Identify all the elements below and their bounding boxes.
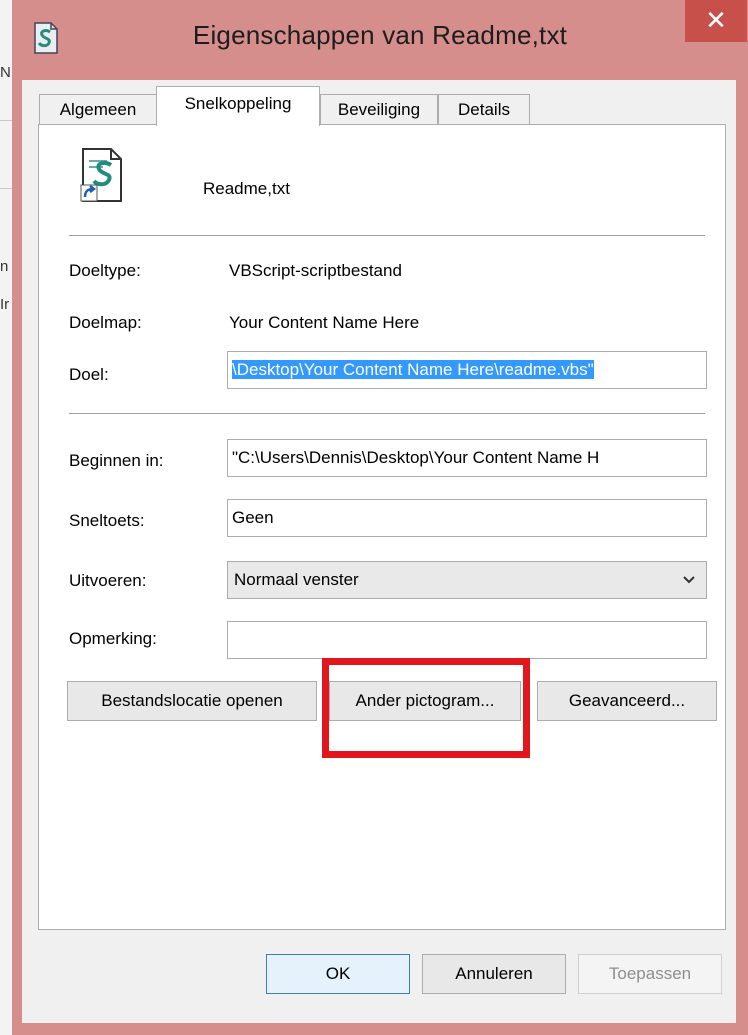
divider — [69, 413, 705, 414]
background-divider — [0, 120, 12, 121]
background-window-text: Ir — [0, 296, 10, 313]
tab-general[interactable]: Algemeen — [39, 94, 157, 124]
title-bar[interactable]: Eigenschappen van Readme,txt ✕ — [12, 0, 748, 80]
cancel-button[interactable]: Annuleren — [422, 954, 566, 994]
shortcut-key-label: Sneltoets: — [69, 511, 145, 530]
chevron-down-icon — [682, 562, 696, 612]
close-icon: ✕ — [705, 5, 727, 35]
tab-label: Algemeen — [59, 100, 137, 119]
divider — [69, 235, 705, 236]
target-field[interactable]: \Desktop\Your Content Name Here\readme.v… — [227, 351, 707, 389]
close-button[interactable]: ✕ — [685, 0, 747, 42]
start-in-label: Beginnen in: — [69, 451, 164, 470]
window-title: Eigenschappen van Readme,txt — [192, 20, 568, 50]
background-divider — [0, 188, 12, 189]
properties-dialog: Eigenschappen van Readme,txt ✕ Algemeen … — [12, 0, 748, 1035]
shortcut-key-value: Geen — [232, 508, 274, 527]
start-in-value: "C:\Users\Dennis\Desktop\Your Content Na… — [232, 448, 600, 467]
target-label: Doel: — [69, 365, 109, 384]
comment-label: Opmerking: — [69, 629, 157, 648]
vbscript-shortcut-icon — [80, 148, 122, 202]
comment-field[interactable] — [227, 621, 707, 659]
ok-button[interactable]: OK — [266, 954, 410, 994]
tab-label: Snelkoppeling — [184, 94, 292, 113]
highlight-box — [322, 658, 530, 758]
tab-shortcut[interactable]: Snelkoppeling — [156, 86, 320, 126]
background-window: N n Ir — [0, 0, 12, 1035]
background-window-text: n — [0, 258, 9, 275]
run-value: Normaal venster — [234, 570, 359, 589]
tab-label: Details — [458, 100, 510, 119]
dialog-client-area: Algemeen Snelkoppeling Beveiliging Detai… — [22, 80, 736, 1023]
target-value: \Desktop\Your Content Name Here\readme.v… — [232, 360, 594, 379]
start-in-field[interactable]: "C:\Users\Dennis\Desktop\Your Content Na… — [227, 439, 707, 477]
tab-label: Beveiliging — [337, 100, 421, 119]
target-type-label: Doeltype: — [69, 261, 141, 280]
apply-button[interactable]: Toepassen — [578, 954, 722, 994]
run-dropdown[interactable]: Normaal venster — [227, 561, 707, 599]
target-location-label: Doelmap: — [69, 313, 142, 332]
open-file-location-button[interactable]: Bestandslocatie openen — [67, 681, 317, 721]
shortcut-panel: Readme,txt Doeltype: VBScript-scriptbest… — [38, 124, 726, 930]
run-label: Uitvoeren: — [69, 571, 147, 590]
background-window-text: N — [0, 64, 11, 81]
tab-security[interactable]: Beveiliging — [320, 94, 438, 124]
advanced-button[interactable]: Geavanceerd... — [537, 681, 717, 721]
target-location-value: Your Content Name Here — [229, 313, 420, 332]
file-name: Readme,txt — [203, 179, 290, 198]
target-type-value: VBScript-scriptbestand — [229, 261, 402, 280]
shortcut-key-field[interactable]: Geen — [227, 499, 707, 537]
tab-details[interactable]: Details — [438, 94, 530, 124]
